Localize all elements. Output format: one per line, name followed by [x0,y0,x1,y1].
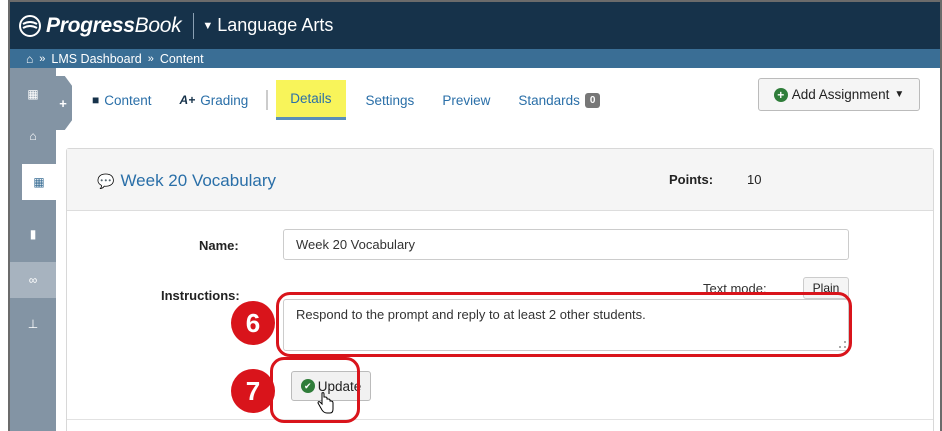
breadcrumb-separator-icon: » [39,52,46,65]
callout-marker-7: 7 [231,369,275,413]
panel-divider [67,419,933,420]
folder-icon: ■ [92,93,100,107]
standards-count-badge: 0 [584,92,601,108]
content-tabs: ■ Content A+ Grading Details Settings Pr… [92,80,628,120]
brand-divider [193,12,195,39]
caret-down-icon: ▼ [202,19,214,32]
tab-details-label: Details [290,91,332,106]
tab-details[interactable]: Details [276,80,346,120]
breadcrumb-lms-dashboard[interactable]: LMS Dashboard [51,52,141,66]
tab-preview-label: Preview [442,92,491,108]
tab-content[interactable]: ■ Content [92,82,152,118]
comments-icon: 💬 [97,172,115,189]
add-assignment-label: Add Assignment [791,87,890,102]
dashboard-grid-icon[interactable]: ▦ [22,164,56,200]
name-input[interactable]: Week 20 Vocabulary [283,229,849,260]
progressbook-logo[interactable]: ProgressBook [18,13,182,38]
home-icon[interactable]: ⌂ [26,52,33,66]
points-value: 10 [747,172,762,187]
panel-header: 💬 Week 20 Vocabulary Points: 10 [67,149,933,211]
instructions-label: Instructions: [161,288,240,303]
points-label: Points: [669,172,714,187]
callout-highlight-update [270,357,360,423]
grade-icon: A+ [179,93,196,107]
plus-circle-icon: + [773,87,788,102]
sitemap-icon[interactable]: ⊥ [10,306,56,342]
breadcrumb-separator-icon: » [147,52,154,65]
tab-preview[interactable]: Preview [442,82,490,118]
brand-name: ProgressBook [46,13,182,37]
tab-divider [266,90,269,110]
book-icon[interactable]: ▮ [10,216,56,252]
assignment-panel: 💬 Week 20 Vocabulary Points: 10 Name: We… [66,148,934,431]
left-sidebar: ▦ ⌂ ▦ ▮ ∞ ⊥ [10,68,56,431]
course-name: Language Arts [217,15,334,35]
calendar-icon[interactable]: ▦ [10,76,56,112]
add-assignment-button[interactable]: + Add Assignment ▼ [758,78,920,111]
caret-down-icon: ▼ [894,89,905,100]
page-title: 💬 Week 20 Vocabulary [97,171,276,191]
home-nav-icon[interactable]: ⌂ [10,118,56,154]
callout-highlight-instructions [276,292,852,357]
assignment-title: Week 20 Vocabulary [120,171,277,190]
tab-content-label: Content [104,92,152,108]
course-selector[interactable]: ▼ Language Arts [202,15,333,36]
callout-marker-6: 6 [231,301,275,345]
link-icon[interactable]: ∞ [10,262,56,298]
breadcrumb-content[interactable]: Content [160,52,204,66]
progressbook-logo-icon [19,14,41,37]
tab-settings[interactable]: Settings [366,82,415,118]
tab-standards[interactable]: Standards 0 [518,82,601,118]
app-window: ProgressBook ▼ Language Arts ⌂ » LMS Das… [8,0,942,431]
top-bar: ProgressBook ▼ Language Arts [10,2,940,49]
breadcrumb: ⌂ » LMS Dashboard » Content [10,49,940,68]
tab-grading-label: Grading [200,92,249,108]
sidebar-expand-button[interactable]: + [54,76,72,130]
tab-standards-label: Standards [518,92,580,108]
name-label: Name: [199,238,239,253]
tab-grading[interactable]: A+ Grading [180,82,249,118]
tab-settings-label: Settings [365,92,415,108]
